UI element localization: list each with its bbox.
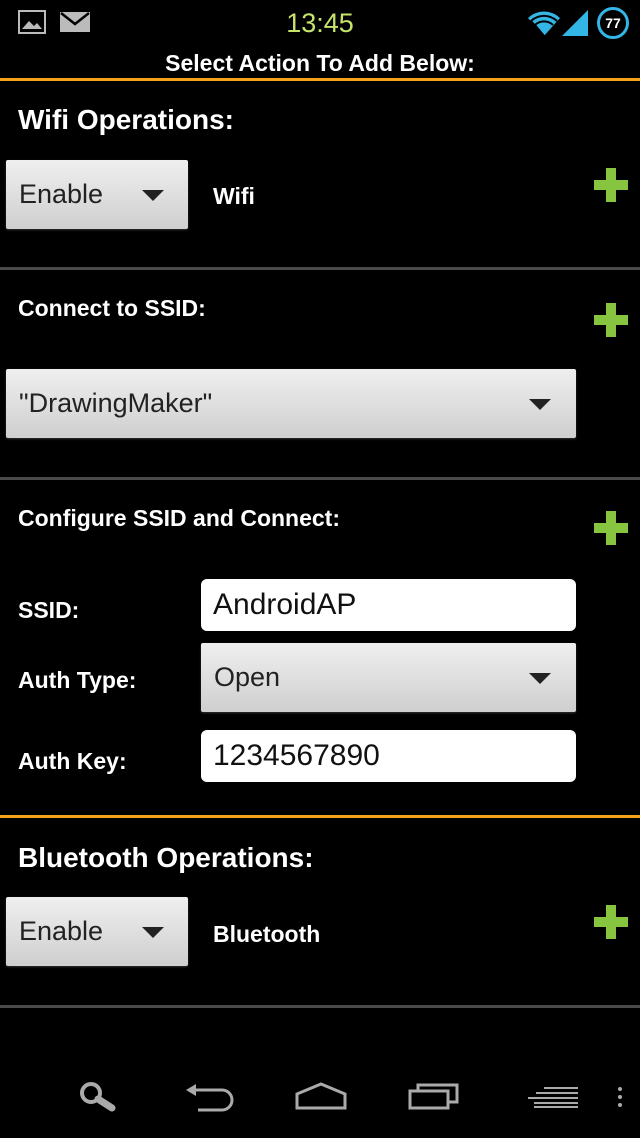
chevron-down-icon <box>142 190 164 201</box>
auth-type-label: Auth Type: <box>18 667 137 693</box>
auth-key-field-box <box>201 730 576 782</box>
ssid-spinner-value: "DrawingMaker" <box>19 388 213 418</box>
wifi-icon <box>528 11 560 36</box>
ssid-field-box <box>201 579 576 631</box>
auth-type-spinner[interactable]: Open <box>201 643 576 712</box>
add-configure-ssid-icon[interactable] <box>594 511 628 545</box>
add-connect-ssid-icon[interactable] <box>594 303 628 337</box>
divider <box>0 477 640 480</box>
divider <box>0 1005 640 1008</box>
wifi-action-spinner[interactable]: Enable <box>6 160 188 229</box>
ssid-label: SSID: <box>18 597 80 623</box>
navigation-bar <box>0 1060 640 1138</box>
connect-ssid-title: Connect to SSID: <box>18 295 206 321</box>
ssid-input[interactable] <box>213 579 568 631</box>
ssid-spinner[interactable]: "DrawingMaker" <box>6 369 576 438</box>
overflow-icon[interactable] <box>617 1086 623 1108</box>
divider <box>0 267 640 270</box>
bluetooth-target-label: Bluetooth <box>213 921 321 947</box>
back-icon[interactable] <box>184 1084 234 1112</box>
chevron-down-icon <box>529 399 551 410</box>
add-wifi-operation-icon[interactable] <box>594 168 628 202</box>
add-bluetooth-operation-icon[interactable] <box>594 905 628 939</box>
bluetooth-action-spinner[interactable]: Enable <box>6 897 188 966</box>
divider <box>0 815 640 818</box>
wifi-target-label: Wifi <box>213 183 255 209</box>
auth-key-input[interactable] <box>213 730 568 782</box>
home-icon[interactable] <box>295 1082 347 1110</box>
search-icon[interactable] <box>78 1080 118 1112</box>
wifi-action-value: Enable <box>19 179 104 209</box>
divider <box>0 78 640 81</box>
chevron-down-icon <box>529 673 551 684</box>
status-bar: 13:45 77 <box>0 0 640 46</box>
signal-icon <box>562 10 588 36</box>
bluetooth-action-value: Enable <box>19 916 104 946</box>
page-title: Select Action To Add Below: <box>165 50 475 76</box>
menu-icon[interactable] <box>520 1085 580 1109</box>
configure-ssid-title: Configure SSID and Connect: <box>18 505 340 531</box>
wifi-operations-title: Wifi Operations: <box>18 104 234 135</box>
auth-key-label: Auth Key: <box>18 748 127 774</box>
battery-icon: 77 <box>597 7 629 39</box>
bluetooth-operations-title: Bluetooth Operations: <box>18 842 314 873</box>
auth-type-value: Open <box>214 662 281 692</box>
recent-apps-icon[interactable] <box>408 1082 460 1110</box>
chevron-down-icon <box>142 927 164 938</box>
